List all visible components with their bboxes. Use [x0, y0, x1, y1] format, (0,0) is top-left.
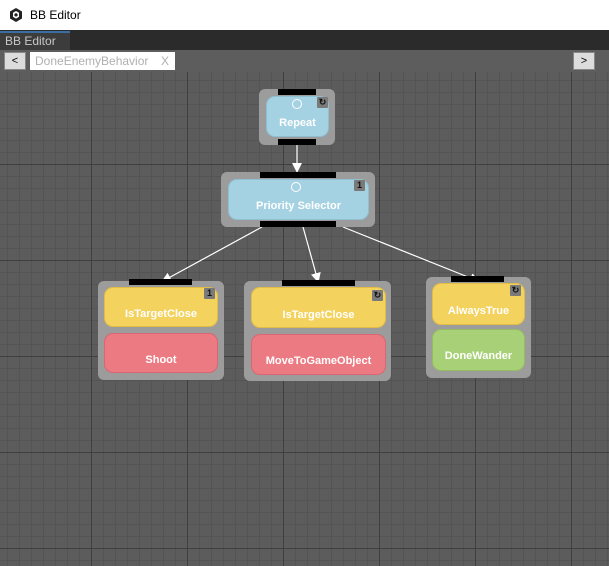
gear-icon	[292, 99, 302, 109]
right-node-input-port	[451, 276, 504, 282]
middle-node-input-port	[282, 280, 355, 286]
priority-selector-output-port	[260, 221, 336, 227]
left-node-input-port	[129, 279, 192, 285]
order-badge-icon: 1	[354, 180, 365, 191]
gear-icon	[291, 182, 301, 192]
loop-badge-icon: ↻	[317, 97, 328, 108]
action-block-middle[interactable]: MoveToGameObject	[251, 334, 386, 375]
repeat-input-port	[278, 89, 316, 95]
edge-selector-to-middle	[302, 226, 321, 283]
order-badge-icon: 1	[204, 288, 215, 299]
repeat-output-port	[278, 139, 316, 145]
condition-block-left[interactable]: IsTargetClose	[104, 287, 218, 327]
edge-selector-to-right	[342, 226, 480, 283]
priority-selector-input-port	[260, 172, 336, 178]
condition-block-middle[interactable]: IsTargetClose	[251, 287, 386, 328]
loop-badge-icon: ↻	[372, 290, 383, 301]
action-block-left[interactable]: Shoot	[104, 333, 218, 373]
edge-selector-to-left	[161, 226, 263, 282]
action-block-right[interactable]: DoneWander	[432, 329, 525, 371]
loop-badge-icon: ↻	[510, 285, 521, 296]
